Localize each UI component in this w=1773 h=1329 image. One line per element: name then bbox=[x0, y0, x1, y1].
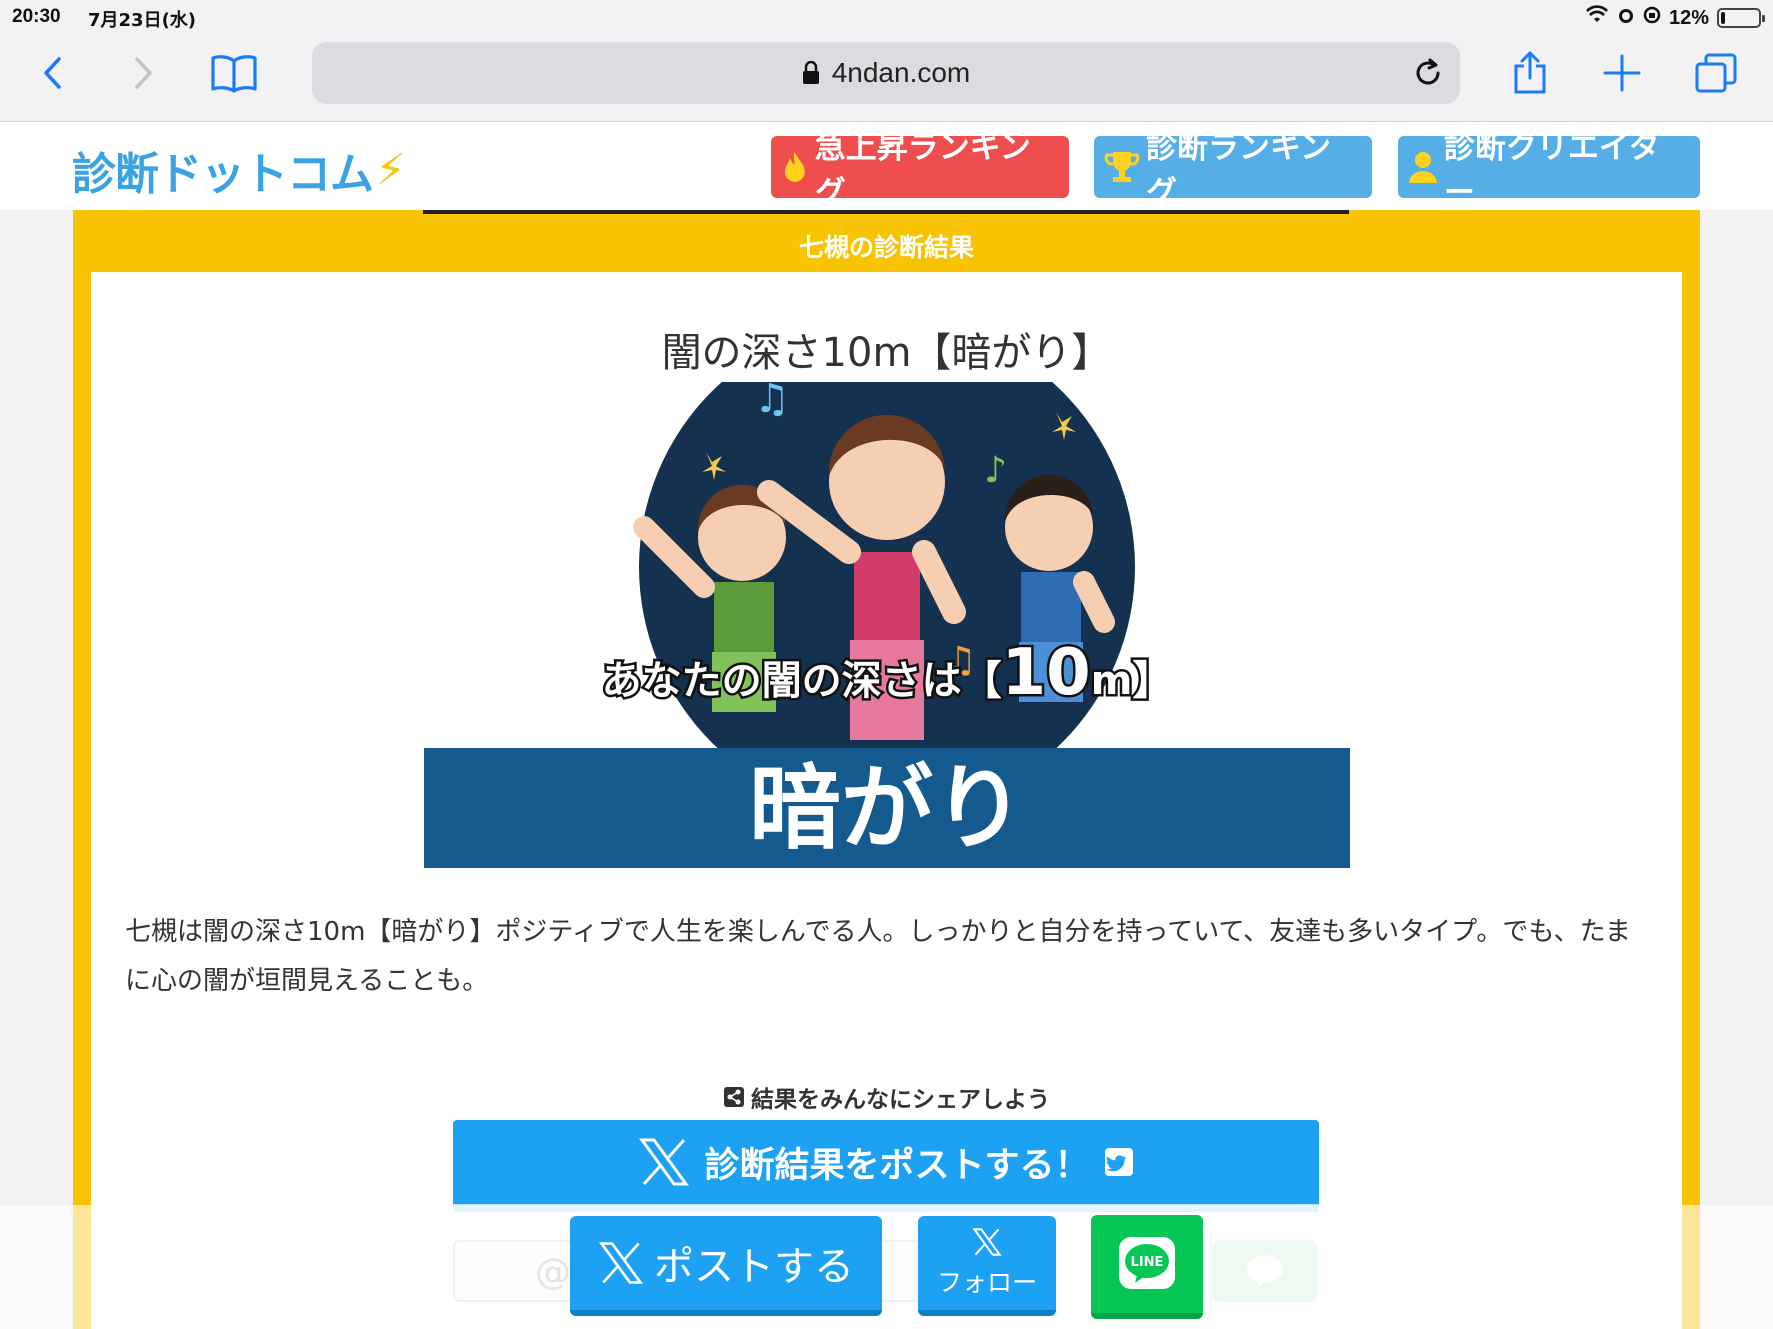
nav-label: 急上昇ランキング bbox=[814, 130, 1031, 211]
sticky-post-label: ポストする bbox=[654, 1244, 854, 1290]
forward-button[interactable] bbox=[116, 48, 172, 98]
reload-button[interactable] bbox=[1410, 55, 1446, 91]
plus-icon bbox=[1603, 54, 1641, 92]
status-right: 12% bbox=[1585, 5, 1765, 31]
tabs-icon bbox=[1695, 53, 1737, 93]
sticky-line-button[interactable]: LINE bbox=[1091, 1215, 1203, 1319]
line-icon: LINE bbox=[1119, 1237, 1175, 1289]
result-card: 闇の深さ10m【暗がり】 ♫ ♪ ♫ あなたの闇の深さは【10m】 暗がり 七槻… bbox=[91, 272, 1682, 1329]
status-time: 20:30 bbox=[12, 6, 61, 27]
status-bar: 20:30 7月23日(水) 12% bbox=[0, 0, 1773, 34]
battery-percent: 12% bbox=[1668, 6, 1709, 29]
nav-trending-ranking[interactable]: 急上昇ランキング bbox=[771, 130, 1069, 211]
post-result-label: 診断結果をポストする！ bbox=[704, 1145, 1090, 1186]
browser-toolbar: 4ndan.com bbox=[0, 34, 1773, 122]
result-title: 闇の深さ10m【暗がり】 bbox=[661, 330, 1112, 376]
logo-text: 診断ドットコム bbox=[72, 149, 374, 200]
sticky-follow-button[interactable]: フォロー bbox=[918, 1216, 1056, 1316]
battery-icon bbox=[1717, 8, 1765, 28]
book-icon bbox=[211, 55, 257, 93]
x-logo-icon bbox=[972, 1228, 1002, 1256]
sticky-follow-label: フォロー bbox=[936, 1268, 1037, 1297]
nav-creators[interactable]: 診断クリエイター bbox=[1398, 130, 1700, 211]
reload-icon bbox=[1416, 58, 1440, 85]
dancing-girls-illustration: ♫ ♪ ♫ あなたの闇の深さは【10m】 暗がり bbox=[424, 382, 1350, 868]
status-date: 7月23日(水) bbox=[88, 10, 197, 31]
result-section-title: 七槻の診断結果 bbox=[798, 233, 974, 262]
url-text: 4ndan.com bbox=[831, 57, 971, 88]
share-label: 結果をみんなにシェアしよう bbox=[91, 1080, 1682, 1114]
bottom-sticky-bar bbox=[0, 1205, 1773, 1329]
share-icon bbox=[1514, 51, 1546, 94]
alarm-icon bbox=[1617, 6, 1635, 30]
twitter-bird-icon bbox=[1104, 1148, 1133, 1176]
sticky-post-button[interactable]: ポストする bbox=[570, 1216, 882, 1316]
result-description: 七槻は闇の深さ10m【暗がり】ポジティブで人生を楽しんでる人。しっかりと自分を持… bbox=[125, 917, 1631, 996]
result-illustration: ♫ ♪ ♫ あなたの闇の深さは【10m】 暗がり bbox=[424, 382, 1350, 868]
tabs-button[interactable] bbox=[1688, 48, 1744, 98]
svg-text:LINE: LINE bbox=[1131, 1255, 1164, 1270]
site-header: 診断ドットコム ⚡ 急上昇ランキング 診断ランキング 診断クリエイター bbox=[0, 122, 1773, 211]
trophy-icon bbox=[1104, 152, 1140, 182]
svg-text:♫: ♫ bbox=[754, 382, 790, 422]
flame-icon bbox=[784, 151, 805, 182]
battery-level bbox=[1721, 12, 1725, 24]
chevron-right-icon bbox=[135, 57, 152, 89]
svg-text:♪: ♪ bbox=[984, 450, 1007, 491]
nav-label: 診断ランキング bbox=[1145, 130, 1332, 211]
share-label-text: 結果をみんなにシェアしよう bbox=[751, 1087, 1050, 1113]
share-button[interactable] bbox=[1502, 48, 1558, 98]
nav-ranking[interactable]: 診断ランキング bbox=[1094, 130, 1372, 211]
chevron-left-icon bbox=[44, 57, 61, 89]
post-result-button[interactable]: 診断結果をポストする！ bbox=[453, 1120, 1319, 1212]
share-square-icon bbox=[724, 1087, 744, 1107]
wifi-icon bbox=[1585, 5, 1609, 31]
new-tab-button[interactable] bbox=[1594, 48, 1650, 98]
bookmarks-button[interactable] bbox=[206, 48, 262, 98]
lightning-icon: ⚡ bbox=[375, 144, 406, 196]
site-logo[interactable]: 診断ドットコム ⚡ bbox=[72, 138, 406, 202]
back-button[interactable] bbox=[24, 48, 80, 98]
orientation-lock-icon bbox=[1643, 6, 1661, 30]
image-banner-text: 暗がり bbox=[749, 755, 1025, 862]
person-icon bbox=[1408, 152, 1437, 183]
address-bar[interactable]: 4ndan.com bbox=[312, 42, 1460, 104]
result-frame: 七槻の診断結果 闇の深さ10m【暗がり】 ♫ ♪ ♫ あなたの闇の深さは【10m… bbox=[73, 210, 1700, 1329]
lock-icon bbox=[802, 61, 819, 84]
x-logo-icon bbox=[598, 1242, 644, 1284]
header-underline bbox=[423, 210, 1349, 214]
x-logo-icon bbox=[639, 1138, 690, 1186]
nav-label: 診断クリエイター bbox=[1443, 130, 1660, 211]
